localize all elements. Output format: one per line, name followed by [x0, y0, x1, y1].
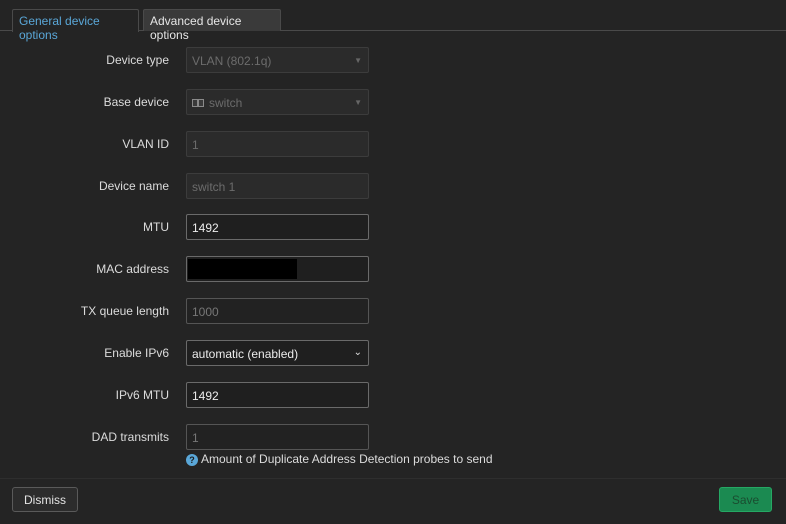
enable-ipv6-select[interactable]: automatic (enabled) ⌄: [186, 340, 369, 366]
device-name-input[interactable]: switch 1: [186, 173, 369, 199]
tx-queue-length-label: TX queue length: [80, 304, 169, 318]
divider: [0, 478, 786, 479]
switch-icon: [192, 99, 205, 108]
tab-advanced-device-options[interactable]: Advanced device options: [143, 9, 281, 42]
redacted-block: [188, 259, 297, 279]
device-type-value: VLAN (802.1q): [192, 54, 272, 68]
device-type-row: Device type VLAN (802.1q) ▼: [0, 47, 786, 73]
tx-queue-length-input[interactable]: 1000: [186, 298, 369, 324]
device-type-label: Device type: [106, 53, 169, 67]
base-device-select[interactable]: switch ▼: [186, 89, 369, 115]
dismiss-button[interactable]: Dismiss: [12, 487, 78, 512]
base-device-value: switch: [209, 96, 243, 110]
chevron-down-icon: ▼: [354, 98, 362, 107]
dad-transmits-input[interactable]: 1: [186, 424, 369, 450]
ipv6-mtu-row: IPv6 MTU 1492: [0, 382, 786, 408]
chevron-down-icon: ⌄: [353, 347, 362, 358]
vlan-id-label: VLAN ID: [122, 137, 169, 151]
device-name-row: Device name switch 1: [0, 173, 786, 199]
mac-address-label: MAC address: [96, 262, 169, 276]
ipv6-mtu-input[interactable]: 1492: [186, 382, 369, 408]
device-name-label: Device name: [98, 179, 169, 193]
chevron-down-icon: ▼: [354, 56, 362, 65]
mtu-row: MTU 1492: [0, 214, 786, 240]
enable-ipv6-row: Enable IPv6 automatic (enabled) ⌄: [0, 340, 786, 366]
enable-ipv6-value: automatic (enabled): [192, 347, 299, 361]
mac-address-input[interactable]: [186, 256, 369, 282]
enable-ipv6-label: Enable IPv6: [104, 346, 169, 360]
device-type-select[interactable]: VLAN (802.1q) ▼: [186, 47, 369, 73]
dad-transmits-row: DAD transmits 1: [0, 424, 786, 450]
save-button[interactable]: Save: [719, 487, 772, 512]
question-icon: ?: [186, 454, 198, 466]
dad-transmits-label: DAD transmits: [91, 430, 169, 444]
mac-address-row: MAC address: [0, 256, 786, 282]
base-device-label: Base device: [103, 95, 169, 109]
tab-bar: General device options Advanced device o…: [0, 0, 786, 42]
dad-transmits-hint-text: Amount of Duplicate Address Detection pr…: [201, 452, 493, 466]
dad-transmits-hint: ? Amount of Duplicate Address Detection p…: [186, 452, 493, 466]
mtu-label: MTU: [143, 220, 169, 234]
ipv6-mtu-label: IPv6 MTU: [115, 388, 169, 402]
mtu-input[interactable]: 1492: [186, 214, 369, 240]
vlan-id-row: VLAN ID 1: [0, 131, 786, 157]
tx-queue-length-row: TX queue length 1000: [0, 298, 786, 324]
vlan-id-input[interactable]: 1: [186, 131, 369, 157]
base-device-row: Base device switch ▼: [0, 89, 786, 115]
tab-general-device-options[interactable]: General device options: [12, 9, 139, 42]
